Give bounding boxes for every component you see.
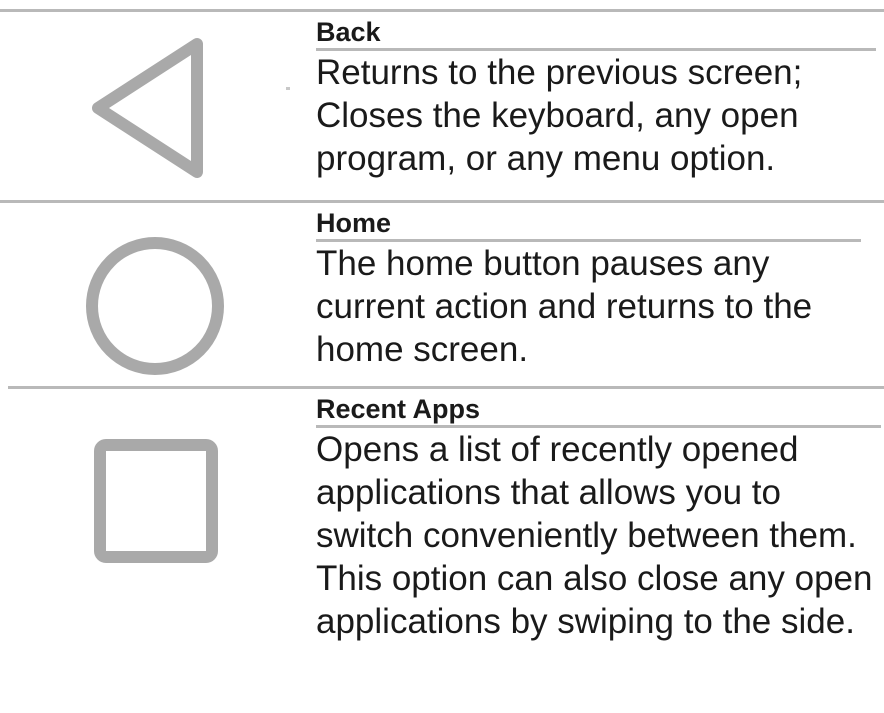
icon-cell <box>0 203 310 386</box>
speck <box>286 87 290 90</box>
row-title: Recent Apps <box>316 394 481 424</box>
row-title: Home <box>316 208 392 238</box>
row-title: Back <box>316 17 381 47</box>
text-cell: Back Returns to the previous screen; Clo… <box>316 12 884 180</box>
row-description: Returns to the previous screen; Closes t… <box>316 48 876 180</box>
text-cell: Home The home button pauses any current … <box>316 203 884 371</box>
icon-cell <box>0 389 310 713</box>
icon-cell <box>0 12 310 200</box>
home-circle-icon <box>86 237 224 375</box>
table-row-back: Back Returns to the previous screen; Clo… <box>0 12 884 200</box>
table-row-home: Home The home button pauses any current … <box>0 203 884 386</box>
back-triangle-icon <box>92 38 203 178</box>
nav-buttons-table: Back Returns to the previous screen; Clo… <box>0 0 884 713</box>
recent-apps-square-icon <box>94 439 218 563</box>
row-description: The home button pauses any current actio… <box>316 239 861 371</box>
row-description: Opens a list of recently opened applicat… <box>316 425 881 643</box>
table-row-recent-apps: Recent Apps Opens a list of recently ope… <box>0 389 884 713</box>
text-cell: Recent Apps Opens a list of recently ope… <box>316 389 884 643</box>
